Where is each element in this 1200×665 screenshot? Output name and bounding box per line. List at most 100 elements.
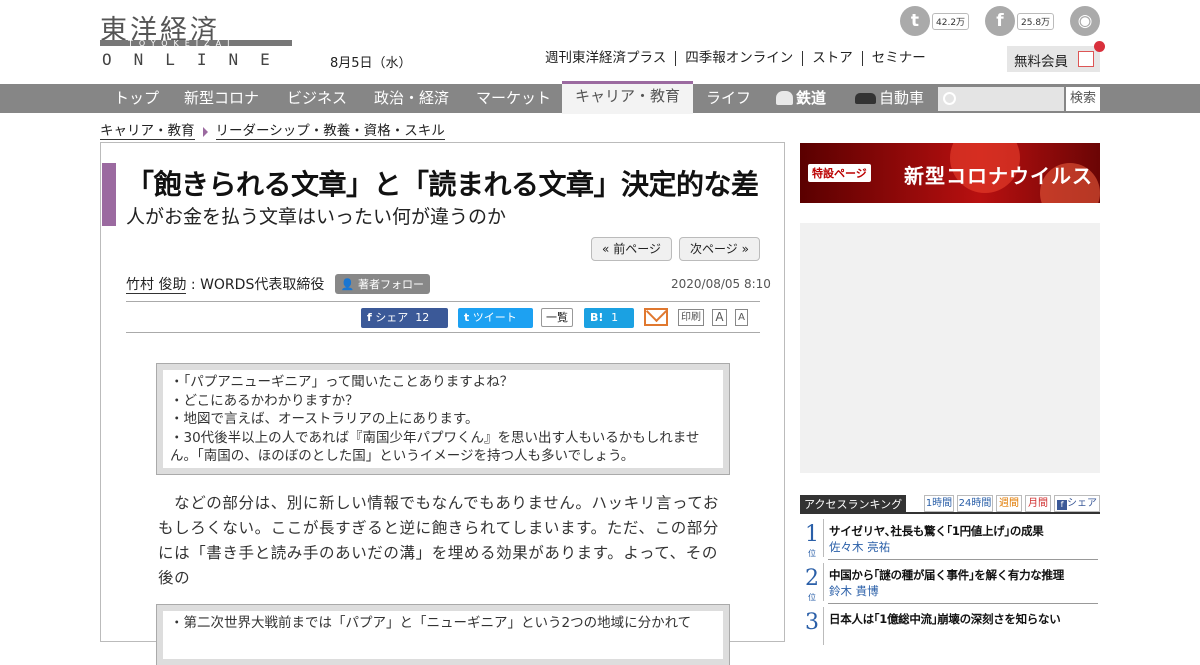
- divider: [126, 301, 760, 302]
- breadcrumb: キャリア・教育 リーダーシップ・教養・資格・スキル: [100, 124, 445, 140]
- facebook-icon: f: [1057, 500, 1067, 510]
- quote-box: ・第二次世界大戦前までは「パプア」と「ニューギニア」という2つの地域に分かれて: [156, 604, 730, 665]
- facebook-icon[interactable]: f: [985, 6, 1015, 36]
- tweet-list-link[interactable]: 一覧: [541, 308, 573, 327]
- ranking-tab-week[interactable]: 週間: [996, 495, 1022, 512]
- train-icon: [776, 91, 793, 105]
- banner-tag: 特設ページ: [808, 164, 871, 182]
- twitter-follow[interactable]: t 42.2万: [900, 6, 970, 36]
- rank-number: 1: [805, 522, 819, 547]
- facebook-count: 25.8万: [1017, 12, 1055, 30]
- facebook-share-button[interactable]: f シェア 12: [361, 308, 448, 328]
- corona-special-banner[interactable]: 特設ページ 新型コロナウイルス: [800, 143, 1100, 203]
- rank-separator: [823, 519, 824, 557]
- ad-slot: [800, 223, 1100, 473]
- nav-item-life[interactable]: ライフ: [706, 84, 751, 113]
- gift-icon: [1078, 51, 1094, 67]
- rank-author[interactable]: 佐々木 亮祐: [829, 539, 890, 555]
- nav-item-railway[interactable]: 鉄道: [776, 84, 826, 113]
- car-icon: [855, 93, 876, 104]
- search-input[interactable]: [938, 87, 1064, 111]
- author-follow-button[interactable]: 👤 著者フォロー: [334, 274, 430, 294]
- notification-dot: [1094, 41, 1105, 52]
- divider: [828, 559, 1098, 560]
- breadcrumb-career[interactable]: キャリア・教育: [100, 124, 195, 140]
- rank-separator: [823, 607, 824, 645]
- article-title: 「飽きられる文章」と「読まれる文章」決定的な差: [126, 168, 759, 201]
- font-large-button[interactable]: A: [712, 309, 727, 326]
- article-body: などの部分は、別に新しい情報でもなんでもありません。ハッキリ言っておもしろくない…: [158, 494, 720, 587]
- nav-automobile-label: 自動車: [879, 89, 925, 107]
- rank-author[interactable]: 鈴木 貴博: [829, 583, 879, 599]
- rank-title[interactable]: 日本人は｢1億総中流｣崩壊の深刻さを知らない: [829, 611, 1061, 627]
- logo-online: ONLINE: [102, 50, 292, 69]
- top-link-store[interactable]: ストア: [802, 51, 862, 66]
- breadcrumb-arrow-icon: [202, 127, 208, 137]
- nav-item-automobile[interactable]: 自動車: [855, 84, 924, 113]
- hatena-count: 1: [611, 311, 619, 324]
- rank-suffix: 位: [808, 549, 816, 558]
- banner-text: 新型コロナウイルス: [904, 164, 1093, 188]
- facebook-share-label: シェア: [375, 311, 409, 324]
- current-date: 8月5日（水）: [330, 56, 412, 71]
- site-logo[interactable]: 東洋経済 TOYOKEIZAI ONLINE: [100, 8, 295, 70]
- search-icon: [943, 92, 956, 105]
- main-nav: トップ 新型コロナ ビジネス 政治・経済 マーケット キャリア・教育 ライフ 鉄…: [0, 81, 1200, 114]
- font-small-button[interactable]: A: [735, 309, 748, 326]
- publish-date: 2020/08/05 8:10: [671, 277, 771, 291]
- ranking-item[interactable]: 2 位 中国から｢謎の種が届く事件｣を解く有力な推理 鈴木 貴博: [800, 563, 1100, 607]
- title-accent-bar: [102, 163, 116, 226]
- article-subtitle: 人がお金を払う文章はいったい何が違うのか: [126, 206, 507, 228]
- nav-item-market[interactable]: マーケット: [476, 84, 551, 113]
- member-label: 無料会員: [1014, 54, 1068, 70]
- nav-railway-label: 鉄道: [796, 89, 827, 107]
- rank-title[interactable]: サイゼリヤ､社長も驚く｢1円値上げ｣の成果: [829, 523, 1044, 539]
- nav-item-career-education[interactable]: キャリア・教育: [562, 81, 694, 114]
- rank-separator: [823, 563, 824, 601]
- hatena-bookmark-button[interactable]: B! 1: [584, 308, 634, 328]
- nav-item-politics-economy[interactable]: 政治・経済: [374, 84, 449, 113]
- member-button[interactable]: 無料会員: [1007, 41, 1105, 72]
- nav-item-top[interactable]: トップ: [114, 84, 159, 113]
- tweet-button[interactable]: t ツイート: [458, 308, 533, 328]
- follow-label: 著者フォロー: [357, 278, 424, 291]
- hatena-icon: B!: [590, 311, 604, 324]
- rank-number: 3: [805, 610, 819, 635]
- twitter-icon: t: [464, 311, 470, 324]
- top-link-toyokeizai-plus[interactable]: 週刊東洋経済プラス: [536, 51, 675, 66]
- facebook-icon: f: [367, 311, 372, 324]
- rank-title[interactable]: 中国から｢謎の種が届く事件｣を解く有力な推理: [829, 567, 1064, 583]
- rss-link[interactable]: ◉: [1070, 6, 1100, 36]
- ranking-tab-1h[interactable]: 1時間: [924, 495, 954, 512]
- facebook-follow[interactable]: f 25.8万: [985, 6, 1055, 36]
- twitter-icon[interactable]: t: [900, 6, 930, 36]
- ranking-tab-24h[interactable]: 24時間: [957, 495, 993, 512]
- ranking-tab-month[interactable]: 月間: [1025, 495, 1051, 512]
- ranking-item[interactable]: 3 日本人は｢1億総中流｣崩壊の深刻さを知らない: [800, 607, 1100, 651]
- top-links: 週刊東洋経済プラス 四季報オンライン ストア セミナー: [536, 51, 935, 66]
- nav-item-business[interactable]: ビジネス: [287, 84, 347, 113]
- facebook-share-count: 12: [415, 311, 430, 324]
- divider: [828, 603, 1098, 604]
- rss-icon[interactable]: ◉: [1070, 6, 1100, 36]
- ranking-item[interactable]: 1 位 サイゼリヤ､社長も驚く｢1円値上げ｣の成果 佐々木 亮祐: [800, 519, 1100, 563]
- author-line: 竹村 俊助 : WORDS代表取締役 👤 著者フォロー: [126, 274, 430, 294]
- article: 「飽きられる文章」と「読まれる文章」決定的な差 人がお金を払う文章はいったい何が…: [100, 142, 785, 665]
- mail-icon[interactable]: [644, 308, 668, 326]
- print-button[interactable]: 印刷: [678, 309, 704, 326]
- ranking-title: アクセスランキング: [800, 495, 907, 514]
- author-name[interactable]: 竹村 俊助: [126, 277, 187, 294]
- search-button[interactable]: 検索: [1066, 87, 1100, 111]
- divider: [126, 332, 760, 333]
- user-icon: 👤: [340, 278, 355, 291]
- twitter-count: 42.2万: [932, 12, 970, 30]
- prev-page-button[interactable]: « 前ページ: [591, 237, 672, 261]
- next-page-button[interactable]: 次ページ »: [679, 237, 760, 261]
- top-link-seminar[interactable]: セミナー: [861, 51, 935, 66]
- ranking-tab-share[interactable]: f シェア: [1054, 495, 1100, 512]
- logo-subtext: TOYOKEIZAI: [128, 39, 236, 48]
- top-link-shikiho[interactable]: 四季報オンライン: [675, 51, 802, 66]
- ranking-tab-share-label: シェア: [1067, 498, 1097, 509]
- breadcrumb-leadership[interactable]: リーダーシップ・教養・資格・スキル: [215, 124, 445, 140]
- nav-item-corona[interactable]: 新型コロナ: [184, 84, 259, 113]
